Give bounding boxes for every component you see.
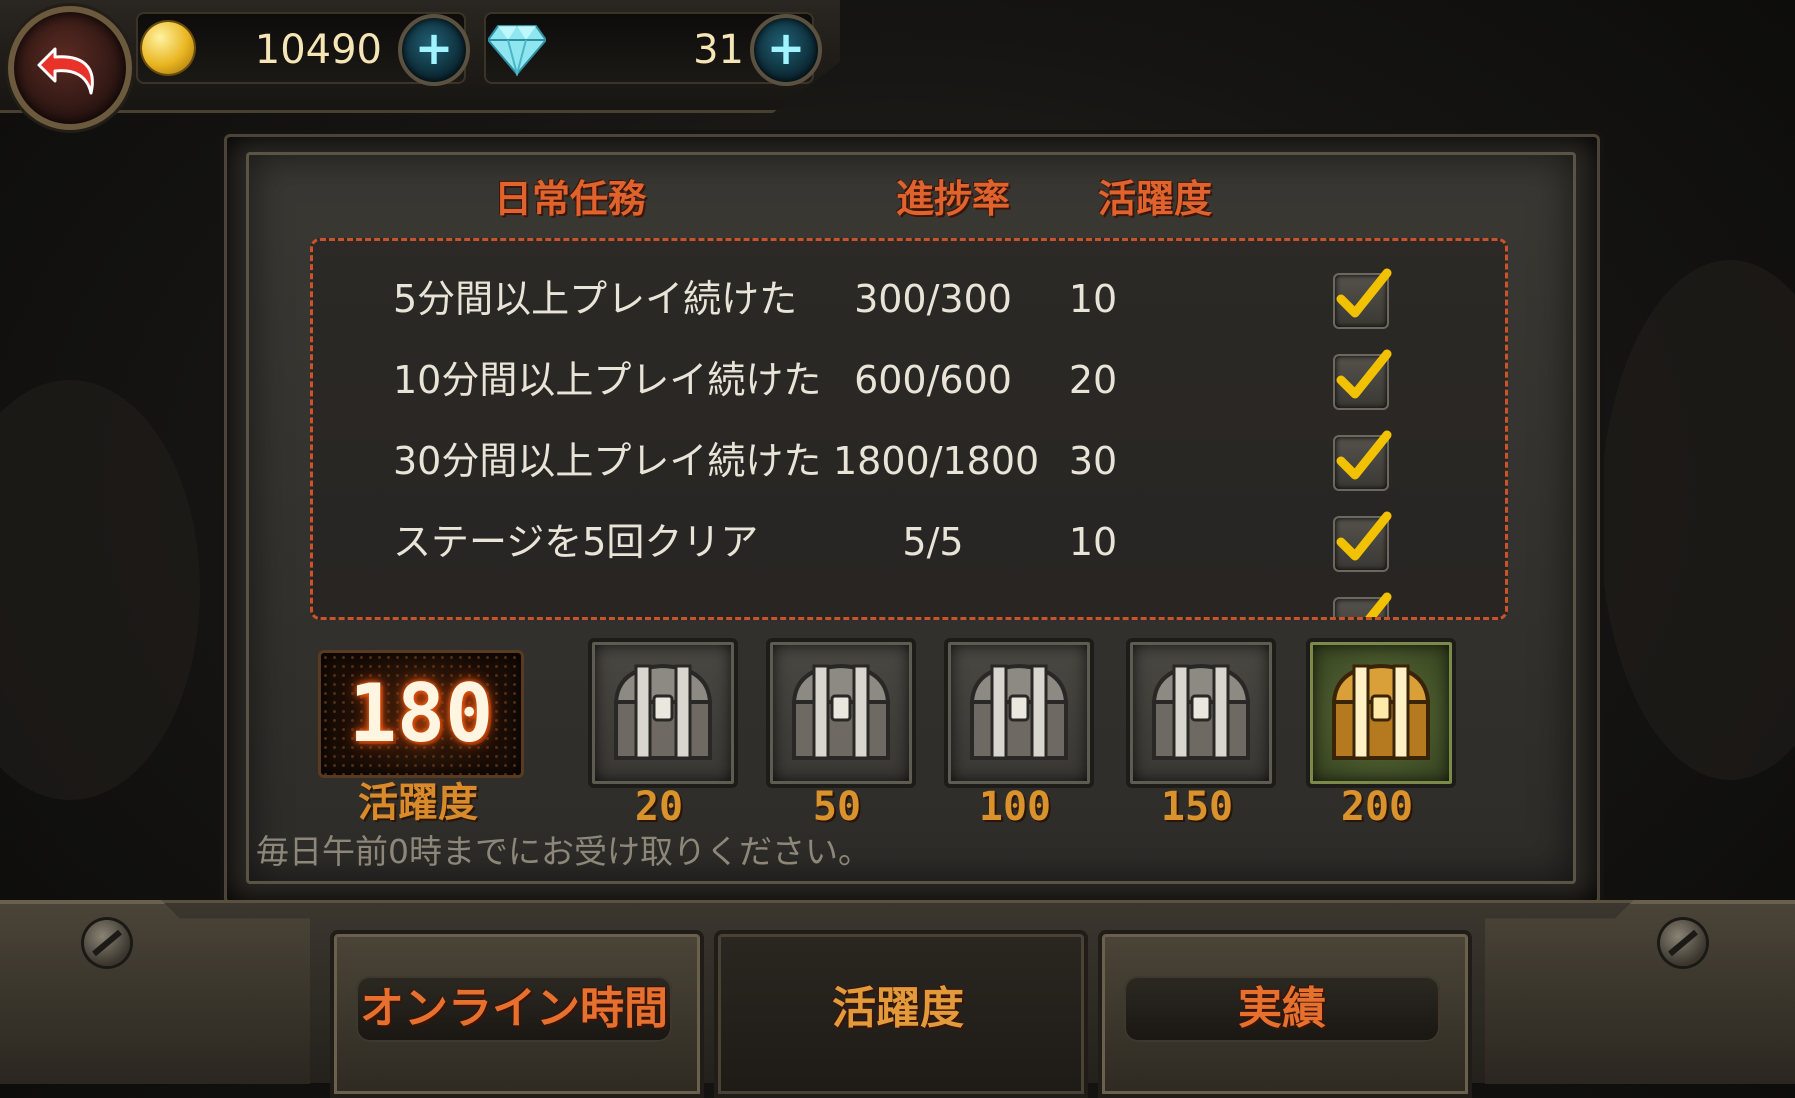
task-progress: 5/5	[902, 520, 964, 564]
checkmark-icon	[1336, 268, 1392, 318]
task-progress: 300/300	[854, 277, 1012, 321]
tab-label-frame: 活躍度	[740, 976, 1056, 1042]
task-name: 30分間以上プレイ続けた	[393, 439, 822, 483]
task-complete-check	[1333, 430, 1392, 491]
reward-threshold: 100	[978, 784, 1052, 830]
header-activity: 活躍度	[1098, 177, 1213, 221]
task-list[interactable]: 5分間以上プレイ続けた 300/300 10 10分間以上プレイ続けた 600/…	[310, 238, 1508, 620]
task-row: 10分間以上プレイ続けた 600/600 20	[313, 346, 1505, 416]
task-progress: 600/600	[854, 358, 1012, 402]
background-rock	[1600, 260, 1795, 780]
plus-icon: +	[766, 21, 806, 75]
task-activity: 10	[1068, 277, 1118, 321]
task-progress: 1800/1800	[833, 439, 1040, 483]
treasure-chest-icon	[613, 663, 713, 760]
task-complete-check	[1333, 268, 1392, 329]
tab-label: 活躍度	[832, 983, 964, 1034]
background-rock	[0, 380, 200, 800]
treasure-chest-icon	[791, 663, 891, 760]
back-arrow-icon	[37, 47, 94, 95]
back-button[interactable]	[8, 6, 132, 130]
task-name: 10分間以上プレイ続けた	[393, 358, 822, 402]
tab-online-time[interactable]: オンライン時間	[330, 930, 704, 1098]
gold-amount: 10490	[254, 27, 382, 73]
gold-coin-icon	[142, 22, 194, 74]
tab-label-frame: 実績	[1124, 976, 1440, 1042]
task-name: ステージを5回クリア	[393, 520, 759, 564]
task-row-partial	[313, 589, 1505, 617]
tab-label: 実績	[1238, 983, 1326, 1034]
right-corner-plate	[1485, 900, 1795, 1084]
checkmark-icon	[1336, 349, 1392, 399]
treasure-chest-icon	[1331, 663, 1431, 760]
add-gems-button[interactable]: +	[750, 14, 822, 86]
tab-label-frame: オンライン時間	[356, 976, 672, 1042]
treasure-chest-icon	[969, 663, 1069, 760]
reward-threshold: 200	[1340, 784, 1414, 830]
reward-chest-200[interactable]	[1306, 638, 1456, 788]
reward-threshold: 20	[634, 784, 684, 830]
task-row: 5分間以上プレイ続けた 300/300 10	[313, 265, 1505, 335]
reward-chest-50[interactable]	[766, 638, 916, 788]
header-task: 日常任務	[494, 177, 647, 221]
header-progress: 進捗率	[896, 177, 1011, 221]
task-complete-check	[1333, 592, 1392, 617]
screw-decoration	[84, 920, 130, 966]
task-complete-check	[1333, 349, 1392, 410]
task-name: 5分間以上プレイ続けた	[393, 277, 798, 321]
reward-threshold: 150	[1160, 784, 1234, 830]
reward-chest-20[interactable]	[588, 638, 738, 788]
reward-chest-150[interactable]	[1126, 638, 1276, 788]
reward-threshold: 50	[812, 784, 862, 830]
checkmark-icon	[1336, 511, 1392, 561]
task-activity: 20	[1068, 358, 1118, 402]
checkmark-icon	[1365, 592, 1392, 617]
checkmark-icon	[1336, 430, 1392, 480]
left-corner-plate	[0, 900, 310, 1084]
add-gold-button[interactable]: +	[398, 14, 470, 86]
task-complete-check	[1333, 511, 1392, 572]
reward-deadline-note: 毎日午前0時までにお受け取りください。	[256, 832, 871, 871]
activity-score-display: 180	[318, 650, 524, 778]
plus-icon: +	[414, 21, 454, 75]
task-row: ステージを5回クリア 5/5 10	[313, 508, 1505, 578]
reward-chest-100[interactable]	[944, 638, 1094, 788]
activity-score-value: 180	[348, 667, 494, 760]
diamond-icon	[488, 25, 546, 76]
task-activity: 30	[1068, 439, 1118, 483]
treasure-chest-icon	[1151, 663, 1251, 760]
task-row: 30分間以上プレイ続けた 1800/1800 30	[313, 427, 1505, 497]
gem-amount: 31	[693, 27, 744, 73]
tab-activity[interactable]: 活躍度	[714, 930, 1088, 1098]
activity-score-label: 活躍度	[358, 780, 478, 826]
task-activity: 10	[1068, 520, 1118, 564]
screw-decoration	[1660, 920, 1706, 966]
tab-achievements[interactable]: 実績	[1098, 930, 1472, 1098]
tab-label: オンライン時間	[360, 983, 668, 1034]
